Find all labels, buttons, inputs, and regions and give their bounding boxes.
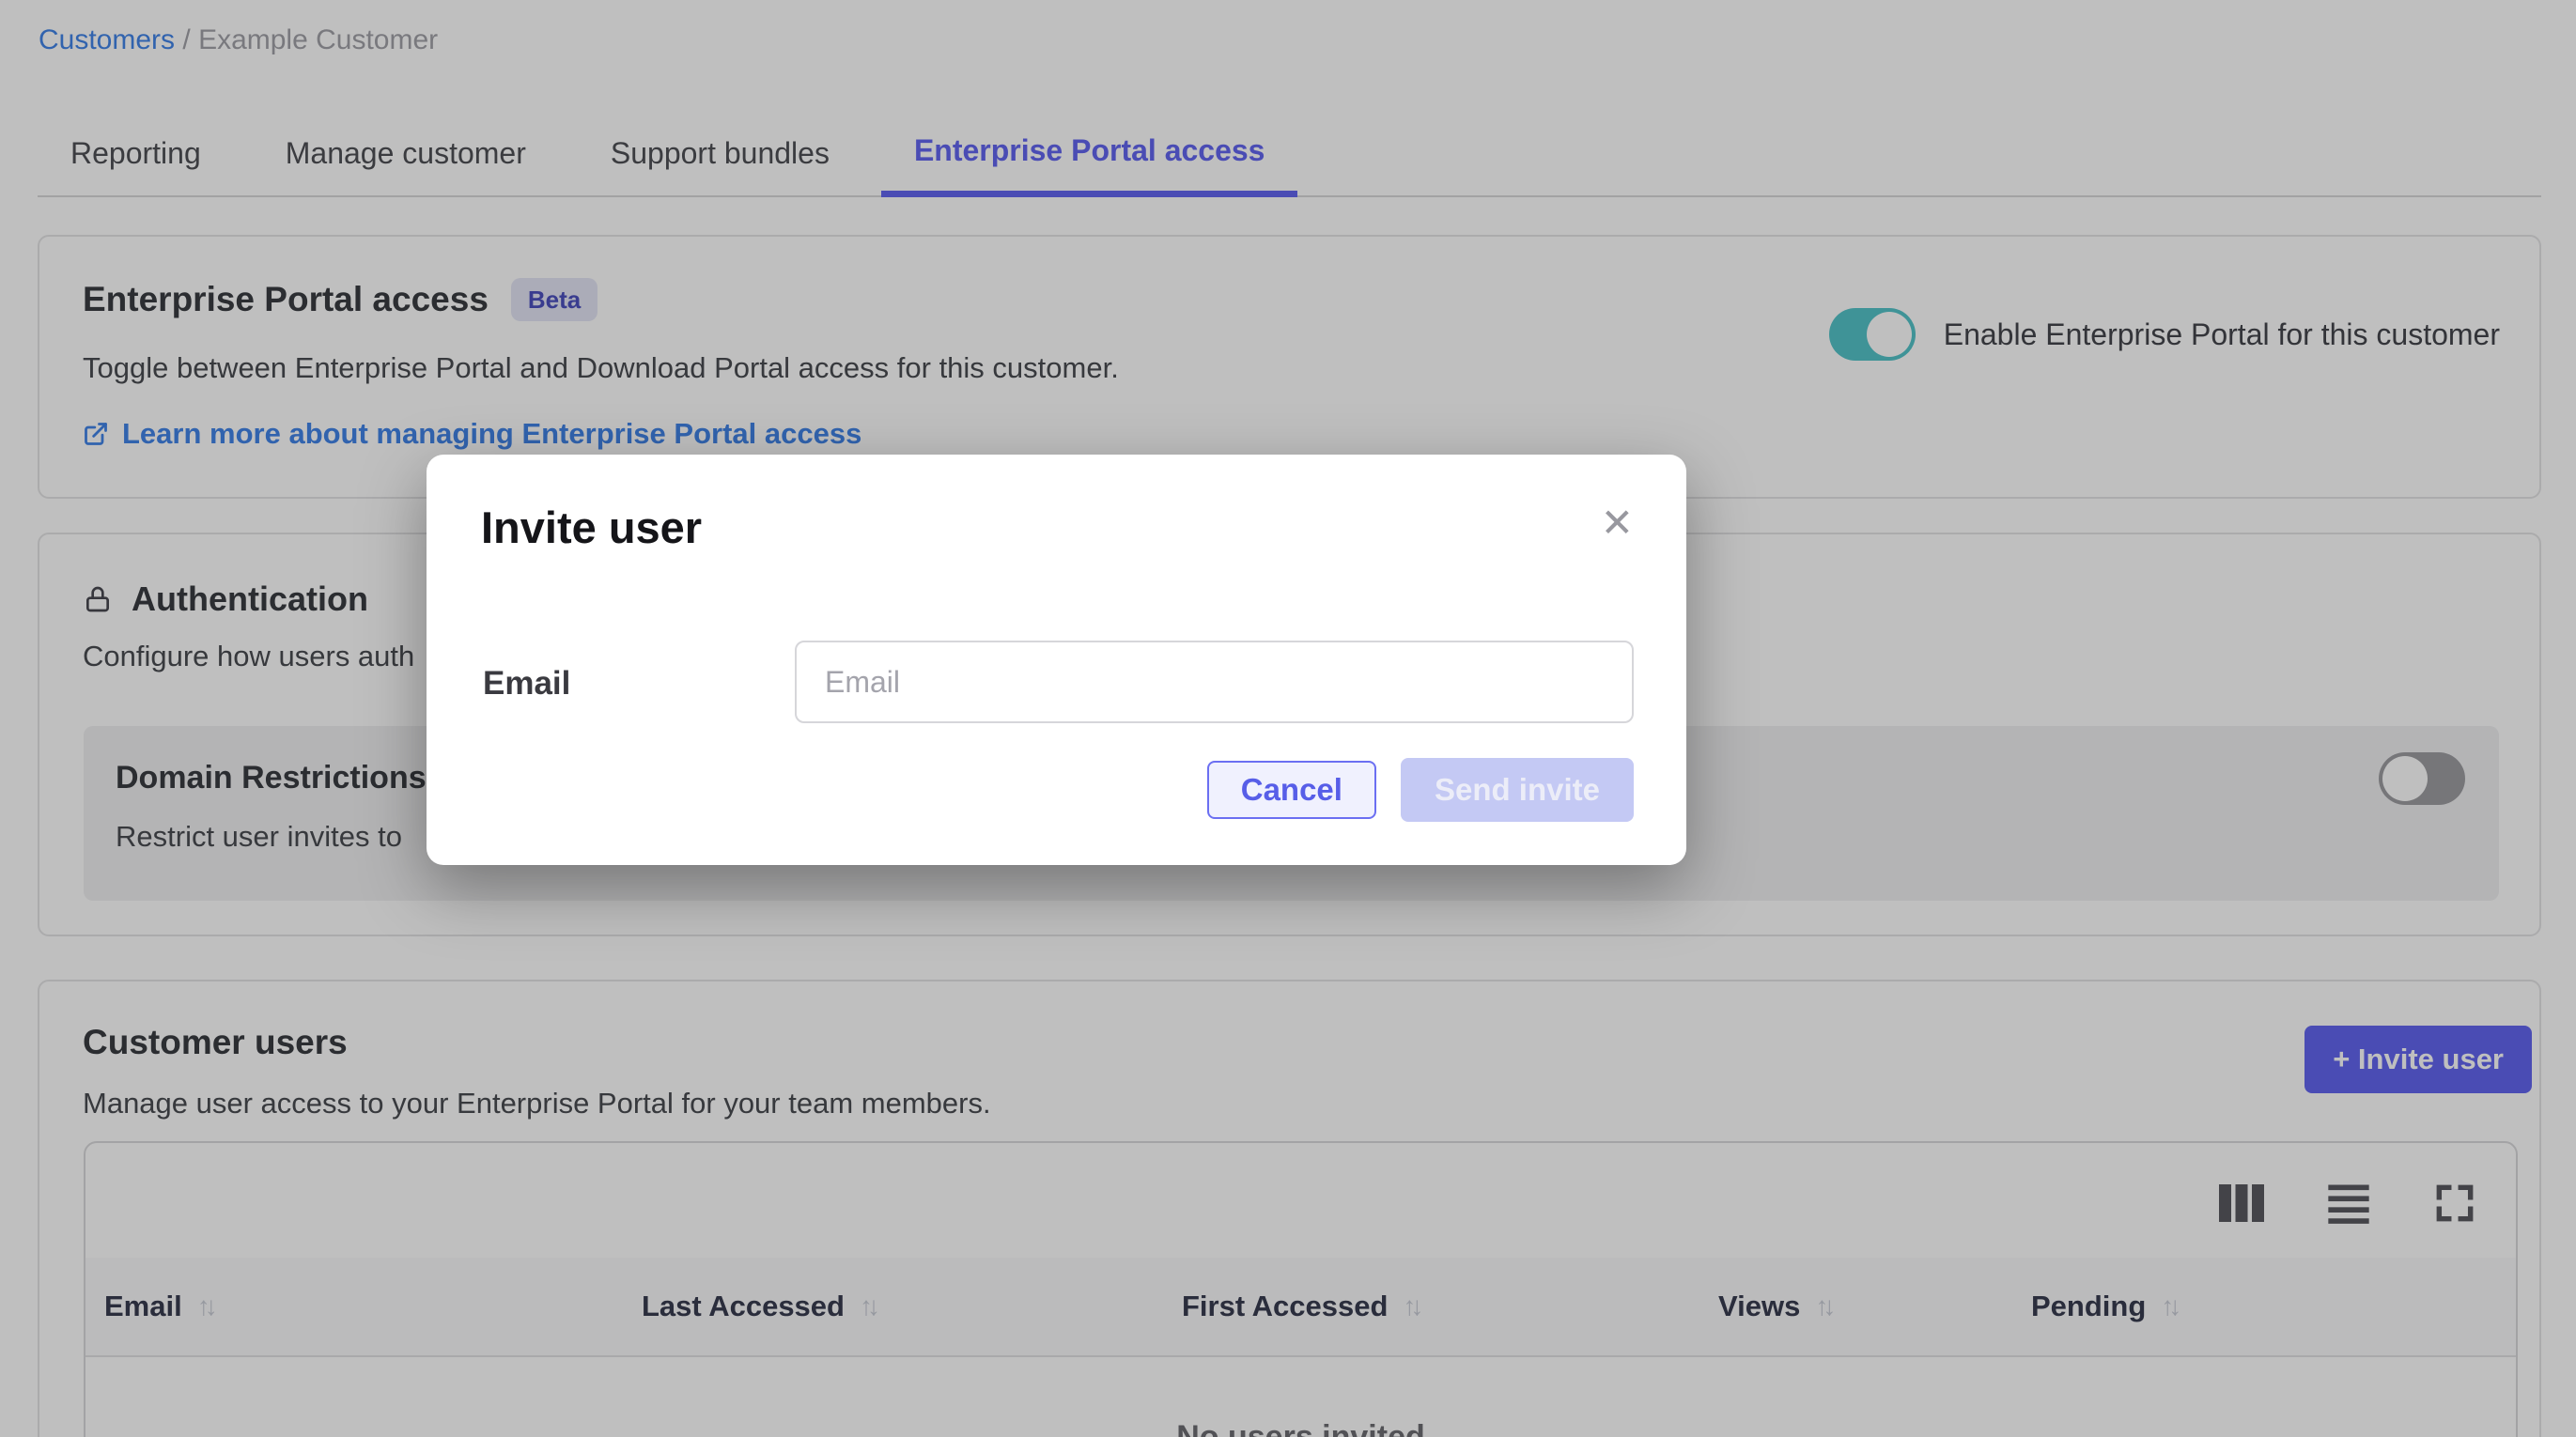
send-invite-button[interactable]: Send invite [1401,758,1634,822]
email-label: Email [483,665,570,703]
cancel-button[interactable]: Cancel [1207,761,1376,819]
invite-user-modal: Invite user ✕ Email Cancel Send invite [427,455,1686,865]
modal-title: Invite user [481,502,702,553]
modal-actions: Cancel Send invite [1207,758,1634,822]
email-field[interactable] [795,641,1634,723]
close-icon[interactable]: ✕ [1601,503,1634,543]
